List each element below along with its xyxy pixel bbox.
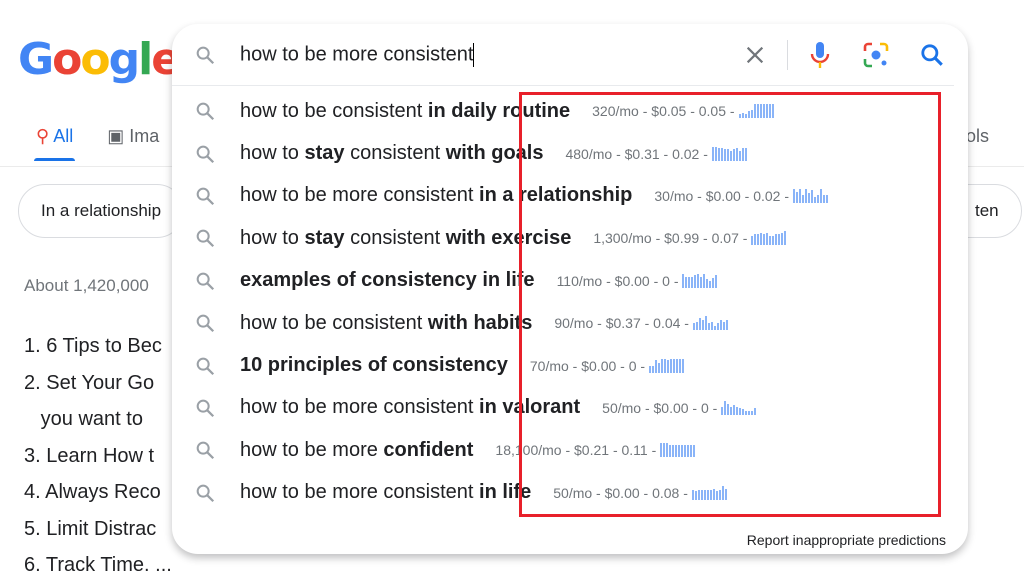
tab-label: All [53, 126, 74, 146]
search-icon [196, 187, 215, 206]
microphone-icon [810, 41, 830, 68]
tab-images[interactable]: ▣ Ima [107, 126, 159, 147]
search-icon [196, 484, 215, 502]
search-icon [196, 357, 215, 375]
suggestion-text: how to be more confident [240, 439, 473, 462]
featured-list: 1. 6 Tips to Bec 2. Set Your Go you want … [24, 328, 172, 584]
tab-tools[interactable]: ols [966, 126, 989, 147]
suggestion-part: consistent [344, 142, 446, 165]
list-item: 1. 6 Tips to Bec [24, 335, 162, 357]
search-input[interactable]: how to be more consistent [240, 42, 733, 67]
search-icon [196, 441, 215, 460]
google-logo[interactable]: Google [18, 34, 181, 85]
suggestion-text: 10 principles of consistency [240, 354, 508, 377]
suggestion-bold-part: confident [383, 438, 474, 461]
report-predictions-link[interactable]: Report inappropriate predictions [747, 532, 946, 548]
suggestion-part: how to be consistent [240, 99, 428, 122]
suggestion-bold-part: stay [304, 226, 345, 249]
suggestion-text: how to stay consistent with goals [240, 142, 543, 165]
search-icon [196, 272, 215, 290]
suggestion-part: how to be more [240, 438, 384, 461]
search-bar: how to be more consistent [172, 24, 954, 86]
list-item: 6. Track Time. ... [24, 554, 172, 576]
results-stats: About 1,420,000 [24, 276, 149, 295]
search-icon [196, 399, 215, 417]
suggestion-bold-part: stay [304, 142, 345, 165]
suggestion-part: how to be more consistent [240, 481, 480, 504]
query-text: how to be more consistent [240, 42, 474, 65]
suggestion-text: examples of consistency in life [240, 269, 535, 292]
suggestion-text: how to be consistent with habits [240, 312, 532, 335]
tab-all[interactable]: ⚲ All [33, 126, 76, 161]
list-item: 4. Always Reco [24, 481, 161, 503]
tab-label: Ima [129, 126, 160, 146]
clear-icon [746, 46, 764, 63]
search-button[interactable] [910, 33, 954, 77]
lens-icon [863, 42, 889, 67]
list-item: you want to [24, 408, 143, 430]
suggestion-text: how to be more consistent in life [240, 481, 531, 504]
search-icon [196, 102, 215, 121]
search-icon: ⚲ [36, 126, 50, 146]
highlight-box [519, 92, 941, 517]
suggestion-bold-part: 10 principles of consistency [240, 354, 508, 377]
suggestion-part: consistent [344, 226, 446, 249]
divider [787, 39, 788, 70]
text-cursor [473, 42, 475, 67]
suggestion-bold-part: with habits [427, 311, 533, 334]
suggestion-part: how to be more consistent [240, 396, 480, 419]
clear-button[interactable] [733, 33, 777, 77]
suggestion-part: how to [240, 142, 305, 165]
search-icon [921, 43, 943, 66]
lens-button[interactable] [854, 33, 898, 77]
list-item: 3. Learn How t [24, 444, 155, 467]
search-icon [196, 46, 215, 64]
voice-search-button[interactable] [798, 33, 842, 77]
list-item: 5. Limit Distrac [24, 517, 157, 540]
list-item: 2. Set Your Go [24, 371, 155, 394]
chip-in-a-relationship[interactable]: In a relationship [18, 184, 185, 238]
suggestion-bold-part: examples of consistency in life [240, 269, 535, 292]
suggestion-part: how to be consistent [240, 311, 428, 334]
search-icon [196, 314, 215, 333]
search-icon [196, 230, 215, 248]
search-icon [196, 145, 215, 163]
suggestion-part: how to [240, 226, 305, 249]
image-icon: ▣ [107, 126, 125, 146]
suggestion-part: how to be more consistent [240, 184, 480, 207]
